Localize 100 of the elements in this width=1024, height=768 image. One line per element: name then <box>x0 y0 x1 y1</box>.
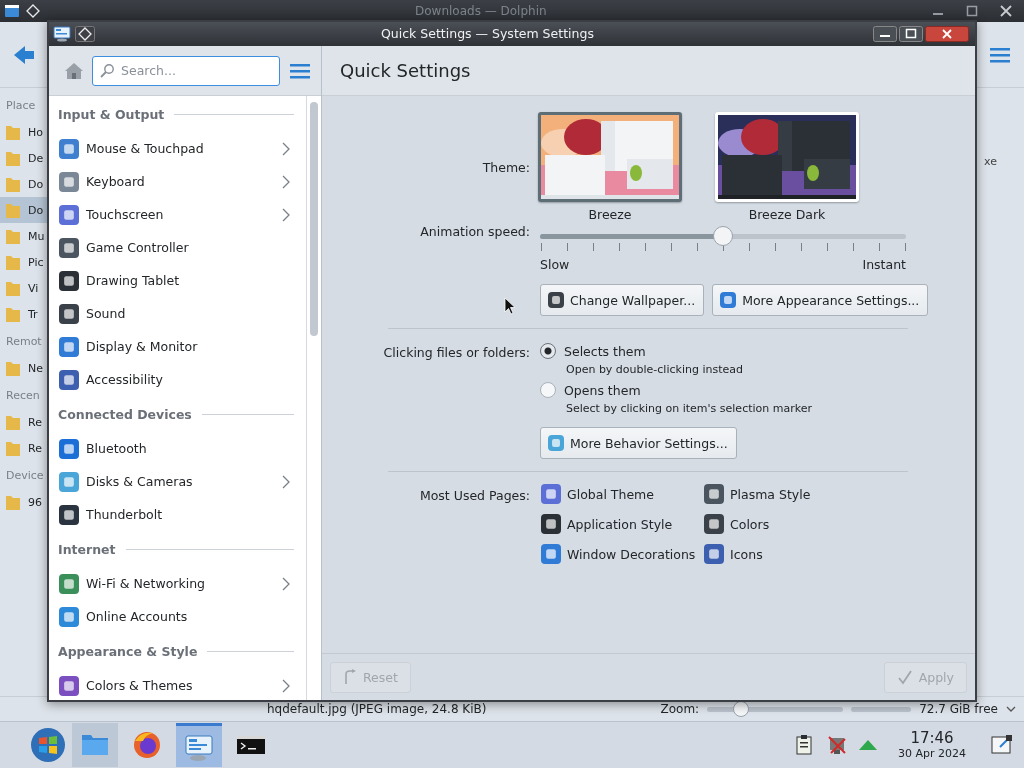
tile-icon <box>58 572 80 595</box>
start-orb-icon[interactable] <box>30 727 66 763</box>
places-item[interactable]: Pic <box>0 249 47 275</box>
places-item[interactable]: Ne <box>0 355 47 381</box>
theme-name: Breeze Dark <box>748 207 826 222</box>
places-item[interactable]: 96 <box>0 489 47 515</box>
search-field[interactable]: Search... <box>92 55 280 86</box>
page-link[interactable]: Window Decorations <box>540 543 703 565</box>
folder-icon <box>5 201 21 219</box>
tile-icon <box>58 470 80 493</box>
sidebar-item[interactable]: Online Accounts <box>58 600 294 633</box>
settings-button[interactable]: Change Wallpaper... <box>540 284 705 316</box>
chevron-down-icon[interactable] <box>1006 705 1016 713</box>
check-icon <box>896 669 913 685</box>
tile-icon <box>58 368 80 391</box>
tile-icon <box>540 483 562 505</box>
slider-min-label: Slow <box>540 257 570 272</box>
minimize-icon[interactable] <box>873 26 897 42</box>
places-heading: Recen <box>5 388 41 404</box>
places-heading: Place <box>5 98 37 114</box>
tile-icon <box>547 434 565 452</box>
radio-option[interactable]: Selects them <box>540 343 975 359</box>
menu-icon[interactable] <box>990 46 1010 63</box>
window-icon[interactable] <box>4 4 20 18</box>
places-item[interactable]: Tr <box>0 301 47 327</box>
tile-icon <box>58 605 80 628</box>
tile-icon <box>719 291 738 309</box>
section-heading: Appearance & Style <box>58 643 198 659</box>
monitor-icon[interactable] <box>53 26 71 42</box>
scrollbar-thumb[interactable] <box>310 102 318 336</box>
maximize-icon[interactable] <box>899 26 923 42</box>
tile-icon <box>58 170 80 193</box>
page-link[interactable]: Plasma Style <box>703 483 811 505</box>
places-item[interactable]: Mu <box>0 223 47 249</box>
field-label: Most Used Pages: <box>418 487 530 503</box>
sidebar-item[interactable]: Sound <box>58 297 294 330</box>
tile-icon <box>58 269 80 292</box>
settings-button[interactable]: More Appearance Settings... <box>712 284 929 316</box>
folder-icon <box>5 439 21 457</box>
folder-icon <box>5 279 21 297</box>
places-heading: Remot <box>5 334 43 350</box>
sidebar-item[interactable]: Drawing Tablet <box>58 264 294 297</box>
field-label: Clicking files or folders: <box>382 344 530 360</box>
maximize-icon[interactable] <box>966 5 978 17</box>
tile-icon <box>703 543 725 565</box>
sidebar-item[interactable]: Mouse & Touchpad <box>58 132 294 165</box>
pin-icon[interactable] <box>75 26 95 42</box>
page-link[interactable]: Application Style <box>540 513 703 535</box>
folder-icon <box>5 359 21 377</box>
back-arrow-icon[interactable] <box>12 43 36 66</box>
slider-handle[interactable] <box>713 226 733 246</box>
places-heading: Device <box>5 468 45 484</box>
sidebar-item[interactable]: Bluetooth <box>58 432 294 465</box>
mouse-cursor-icon <box>504 297 516 315</box>
sidebar-item[interactable]: Display & Monitor <box>58 330 294 363</box>
folder-icon <box>5 253 21 271</box>
tile-icon <box>703 513 725 535</box>
page-link[interactable]: Colors <box>703 513 811 535</box>
field-label: Animation speed: <box>419 223 530 239</box>
sidebar-item[interactable]: Colors & Themes <box>58 669 294 700</box>
places-item[interactable]: Ho <box>0 119 47 145</box>
places-item[interactable]: Re <box>0 409 47 435</box>
tile-icon <box>58 302 80 325</box>
slider-track[interactable] <box>540 226 906 246</box>
show-desktop-icon[interactable] <box>990 733 1014 757</box>
sidebar-item[interactable]: Disks & Cameras <box>58 465 294 498</box>
sidebar-item[interactable]: Wi-Fi & Networking <box>58 567 294 600</box>
sidebar-item[interactable]: Touchscreen <box>58 198 294 231</box>
settings-button[interactable]: More Behavior Settings... <box>540 427 737 459</box>
curved-arrow-icon <box>343 669 357 685</box>
globe-icon <box>131 729 163 761</box>
places-item[interactable]: De <box>0 145 47 171</box>
close-icon[interactable] <box>925 26 969 42</box>
file-info-text: hqdefault.jpg (JPEG image, 24.8 KiB) <box>267 702 487 716</box>
option-description: Open by double-clicking instead <box>565 363 744 376</box>
free-space-text: 72.7 GiB free <box>919 702 998 716</box>
page-link[interactable]: Global Theme <box>540 483 703 505</box>
menu-icon[interactable] <box>290 62 310 79</box>
places-item[interactable]: Do <box>0 197 47 223</box>
places-item[interactable]: Re <box>0 435 47 461</box>
places-item[interactable]: Do <box>0 171 47 197</box>
radio-option[interactable]: Opens them <box>540 382 975 398</box>
sidebar-item[interactable]: Accessibility <box>58 363 294 396</box>
tile-icon <box>58 137 80 160</box>
home-icon[interactable] <box>64 61 84 80</box>
section-heading: Input & Output <box>58 106 165 122</box>
tile-icon <box>703 483 725 505</box>
folder-icon <box>5 227 21 245</box>
tile-icon <box>58 236 80 259</box>
sidebar-item[interactable]: Game Controller <box>58 231 294 264</box>
muted-network-icon[interactable] <box>826 734 848 756</box>
tile-icon <box>58 437 80 460</box>
sidebar-item[interactable]: Keyboard <box>58 165 294 198</box>
places-item[interactable]: Vi <box>0 275 47 301</box>
sidebar-item[interactable]: Thunderbolt <box>58 498 294 531</box>
window-title: Quick Settings — System Settings <box>381 26 594 41</box>
folder-icon <box>5 305 21 323</box>
page-link[interactable]: Icons <box>703 543 811 565</box>
clock[interactable]: 17:46 30 Apr 2024 <box>898 730 966 760</box>
field-label: Theme: <box>481 159 530 175</box>
